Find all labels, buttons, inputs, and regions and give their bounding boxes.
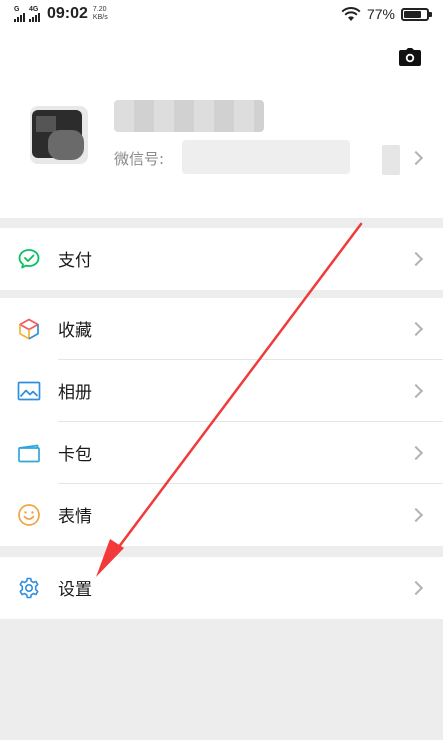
chevron-right-icon xyxy=(408,321,424,337)
qr-code-icon[interactable] xyxy=(382,145,400,175)
chevron-right-icon xyxy=(408,580,424,596)
menu-item-settings[interactable]: 设置 xyxy=(0,557,443,619)
sim2-network-tag: 4G xyxy=(29,6,39,13)
menu-item-pay[interactable]: 支付 xyxy=(0,228,443,290)
menu-item-cards-label: 卡包 xyxy=(58,445,92,465)
menu-item-cards[interactable]: 卡包 xyxy=(0,422,443,484)
sim1-network-tag: G xyxy=(14,6,20,13)
wechat-id-redacted xyxy=(182,140,350,174)
network-speed: 7.20 KB/s xyxy=(93,6,108,22)
network-speed-value: 7.20 xyxy=(92,6,107,13)
chevron-right-icon xyxy=(408,383,424,399)
features-group: 收藏 相册 卡包 表情 xyxy=(0,298,443,546)
pay-icon xyxy=(18,249,40,269)
chevron-right-icon xyxy=(408,445,424,461)
camera-icon[interactable] xyxy=(399,48,421,66)
avatar[interactable] xyxy=(30,106,88,164)
chevron-right-icon xyxy=(408,150,424,166)
menu-item-favorites-label: 收藏 xyxy=(58,321,92,341)
status-bar-left: G 4G 09:02 7.20 KB/s xyxy=(14,4,108,24)
battery-fill xyxy=(404,10,421,18)
battery-percent: 77% xyxy=(366,6,395,22)
menu-item-settings-label: 设置 xyxy=(58,580,92,600)
smiley-icon xyxy=(18,504,40,526)
album-image-icon xyxy=(17,381,41,401)
gear-icon xyxy=(19,577,39,599)
menu-item-favorites[interactable]: 收藏 xyxy=(0,298,443,360)
sim2-signal-icon: 4G xyxy=(29,6,40,22)
network-speed-unit: KB/s xyxy=(92,14,108,21)
card-wallet-icon xyxy=(18,444,40,463)
menu-item-stickers[interactable]: 表情 xyxy=(0,484,443,546)
profile-header[interactable]: 微信号: xyxy=(0,28,443,218)
menu-item-pay-label: 支付 xyxy=(58,251,92,271)
chevron-right-icon xyxy=(408,507,424,523)
battery-icon xyxy=(401,7,432,21)
status-bar: G 4G 09:02 7.20 KB/s 77% xyxy=(0,0,443,28)
menu-item-stickers-label: 表情 xyxy=(58,507,92,527)
wechat-id-label: 微信号: xyxy=(114,150,165,168)
sim1-signal-icon: G xyxy=(14,6,25,22)
wifi-icon xyxy=(341,7,361,21)
pay-group: 支付 xyxy=(0,228,443,290)
chevron-right-icon xyxy=(408,251,424,267)
settings-group: 设置 xyxy=(0,557,443,619)
menu-item-album-label: 相册 xyxy=(58,383,92,403)
menu-item-album[interactable]: 相册 xyxy=(0,360,443,422)
status-time: 09:02 xyxy=(47,5,88,22)
nickname-redacted xyxy=(114,100,264,132)
status-bar-right: 77% xyxy=(341,4,432,24)
favorites-cube-icon xyxy=(19,318,39,340)
